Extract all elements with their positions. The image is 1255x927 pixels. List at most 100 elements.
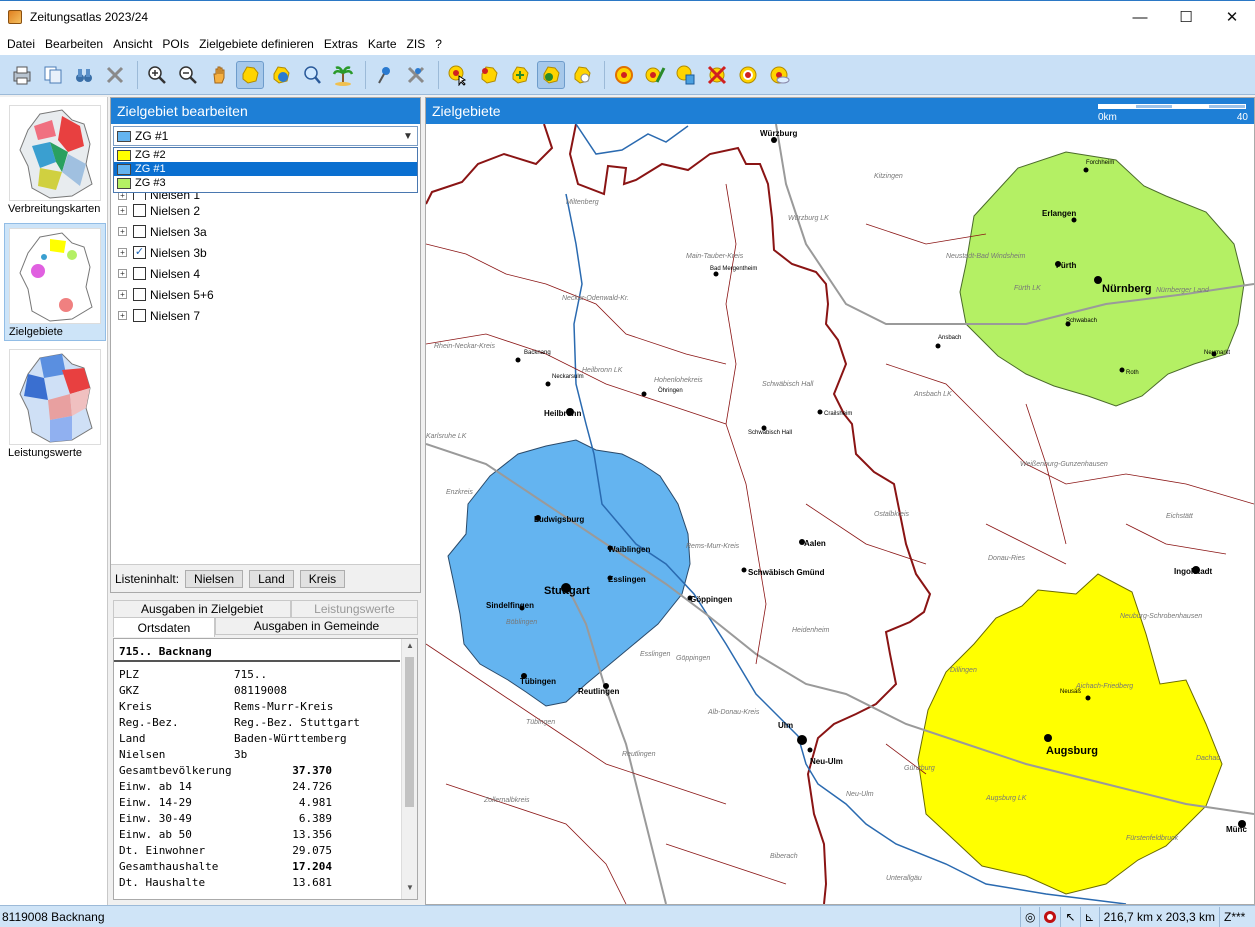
target-icon[interactable] [734, 61, 762, 89]
region-select-icon[interactable] [236, 60, 264, 89]
checkbox[interactable] [133, 267, 146, 280]
nielsen-button[interactable]: Nielsen [185, 569, 244, 588]
location-title: 715.. Backnang [114, 639, 400, 662]
checkbox[interactable] [133, 204, 146, 217]
tab-leistungswerte[interactable]: Leistungswerte [291, 600, 418, 618]
zielgebiet-combo[interactable]: ZG #1 ▼ [113, 126, 418, 146]
expand-icon[interactable]: + [118, 290, 127, 299]
pan-hand-icon[interactable] [205, 61, 233, 89]
expand-icon[interactable]: + [118, 227, 127, 236]
tab-ausgaben-gemeinde[interactable]: Ausgaben in Gemeinde [215, 617, 418, 635]
dropdown-option[interactable]: ZG #2 [114, 148, 417, 162]
details-scrollbar[interactable]: ▲ ▼ [401, 639, 417, 899]
pointer-icon[interactable]: ↖ [1060, 906, 1079, 927]
tree-item[interactable]: + Nielsen 4 [113, 263, 418, 284]
region-edit-icon[interactable] [568, 61, 596, 89]
city-label: Würzburg [760, 129, 797, 138]
binoculars-icon[interactable] [70, 61, 98, 89]
scale-bar: 0km 40 [1098, 102, 1248, 123]
kreis-button[interactable]: Kreis [299, 569, 346, 588]
tab-ausgaben-zielgebiet[interactable]: Ausgaben in Zielgebiet [113, 600, 291, 618]
region-label: Würzburg LK [788, 215, 829, 222]
dropdown-option[interactable]: ZG #3 [114, 176, 417, 190]
copy-icon[interactable] [39, 61, 67, 89]
scroll-thumb[interactable] [405, 657, 414, 807]
region-label: Rhein-Neckar-Kreis [434, 343, 495, 350]
menu-datei[interactable]: Datei [2, 37, 40, 51]
region-label: Ansbach LK [913, 391, 952, 398]
menu-bar: Datei Bearbeiten Ansicht POIs Zielgebiet… [0, 33, 1255, 55]
close-button[interactable]: ✕ [1209, 1, 1255, 33]
scroll-up-icon[interactable]: ▲ [402, 641, 417, 655]
ortsdaten-view: 715.. Backnang PLZ 715.. GKZ 08119008 Krei… [113, 638, 418, 900]
app-icon [8, 10, 22, 24]
detail-value: Reg.-Bez. Stuttgart [234, 716, 360, 729]
stat-value: 13.356 [292, 828, 332, 841]
menu-karte[interactable]: Karte [363, 37, 402, 51]
region-active-icon[interactable] [537, 60, 565, 89]
checkbox[interactable] [133, 225, 146, 238]
region-label: Dachau [1196, 755, 1220, 762]
tab-ortsdaten[interactable]: Ortsdaten [113, 617, 215, 637]
detail-key: Nielsen [119, 748, 166, 761]
menu-help[interactable]: ? [430, 37, 447, 51]
globe-icon[interactable]: ◎ [1020, 906, 1039, 927]
chevron-down-icon[interactable]: ▼ [399, 127, 417, 145]
print-icon[interactable] [8, 61, 36, 89]
status-zoom: Z*** [1219, 906, 1249, 927]
region-plus-icon[interactable] [506, 61, 534, 89]
menu-zielgebiete-definieren[interactable]: Zielgebiete definieren [194, 37, 319, 51]
region-add-icon[interactable] [475, 61, 503, 89]
zoom-in-icon[interactable] [143, 61, 171, 89]
menu-bearbeiten[interactable]: Bearbeiten [40, 37, 108, 51]
detail-value: 08119008 [234, 684, 287, 697]
city-label: Roth [1126, 370, 1139, 376]
expand-icon[interactable]: + [118, 311, 127, 320]
nav-leistungswerte[interactable]: Leistungswerte [4, 345, 106, 463]
tree-item[interactable]: + Nielsen 5+6 [113, 284, 418, 305]
checkbox-checked[interactable]: ✓ [133, 246, 146, 259]
pointer-target-icon[interactable] [444, 61, 472, 89]
expand-icon[interactable]: + [118, 269, 127, 278]
pencil-target-icon[interactable] [641, 61, 669, 89]
scroll-down-icon[interactable]: ▼ [402, 883, 417, 897]
checkbox[interactable] [133, 288, 146, 301]
stat-value: 17.204 [292, 860, 332, 873]
cross-target-icon[interactable] [703, 61, 731, 89]
checkbox[interactable] [133, 309, 146, 322]
menu-ansicht[interactable]: Ansicht [108, 37, 157, 51]
stat-row: Gesamthaushalte 17.204 [114, 860, 417, 876]
status-location: 8119008 Backnang [2, 909, 105, 924]
cross-tool-icon[interactable] [101, 61, 129, 89]
remove-pin-icon[interactable] [402, 61, 430, 89]
burst-target-icon[interactable] [610, 61, 638, 89]
region-pie-icon[interactable] [267, 61, 295, 89]
menu-zis[interactable]: ZIS [402, 37, 431, 51]
region-label: Neuburg-Schrobenhausen [1120, 613, 1202, 620]
minimize-button[interactable]: — [1117, 1, 1163, 33]
maximize-button[interactable]: ☐ [1163, 1, 1209, 33]
dropdown-option[interactable]: ZG #1 [114, 162, 417, 176]
tree-item[interactable]: + Nielsen 7 [113, 305, 418, 326]
expand-icon[interactable]: + [118, 248, 127, 257]
delete-target-icon[interactable] [672, 61, 700, 89]
palm-icon[interactable] [329, 61, 357, 89]
region-label: Fürstenfeldbruck [1126, 835, 1179, 842]
city-label: Crailsheim [824, 411, 852, 417]
expand-icon[interactable]: + [118, 206, 127, 215]
tree-item[interactable]: + Nielsen 2 [113, 200, 418, 221]
menu-pois[interactable]: POIs [157, 37, 194, 51]
zoom-search-icon[interactable] [298, 61, 326, 89]
tree-item[interactable]: + ✓ Nielsen 3b [113, 242, 418, 263]
cloud-target-icon[interactable] [765, 61, 793, 89]
land-button[interactable]: Land [249, 569, 294, 588]
zoom-out-icon[interactable] [174, 61, 202, 89]
target-status-icon[interactable] [1039, 906, 1060, 927]
pin-icon[interactable] [371, 61, 399, 89]
map-canvas[interactable]: WürzburgErlangenFürthNürnbergHeilbronnLu… [426, 124, 1254, 904]
nav-verbreitungskarten[interactable]: Verbreitungskarten [4, 101, 106, 219]
menu-extras[interactable]: Extras [319, 37, 363, 51]
city-label: Neckarsulm [552, 374, 584, 380]
nav-zielgebiete[interactable]: Zielgebiete [4, 223, 106, 341]
tree-item[interactable]: + Nielsen 3a [113, 221, 418, 242]
